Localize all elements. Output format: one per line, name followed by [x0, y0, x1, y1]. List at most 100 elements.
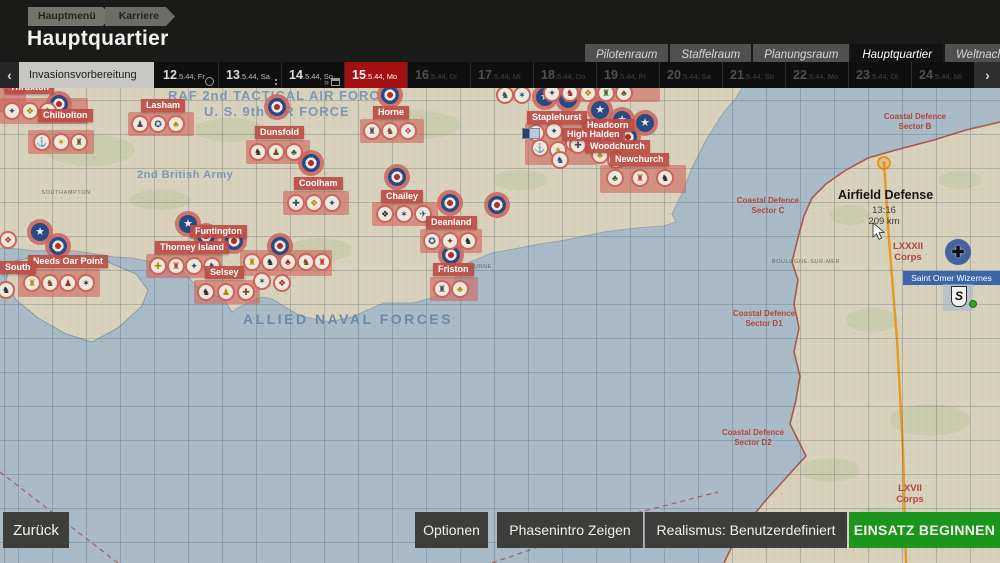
squadron-emblem-icon[interactable]: ✚: [287, 194, 305, 212]
squadron-emblem-icon[interactable]: ✪: [149, 115, 167, 133]
squadron-emblem-icon[interactable]: ♣: [279, 253, 297, 271]
site-label-thruxton[interactable]: Thruxton: [5, 88, 54, 94]
site-label-friston[interactable]: Friston: [433, 263, 474, 276]
timeline-date-19-5-44[interactable]: 19.5.44, Fr: [597, 62, 660, 88]
squadron-emblem-icon[interactable]: ♞: [249, 143, 267, 161]
realism-button[interactable]: Realismus: Benutzerdefiniert: [644, 512, 847, 548]
unit-shield-icon[interactable]: S: [951, 286, 967, 307]
poi-label: Saint Omer Wizernes: [903, 271, 1000, 285]
squadron-emblem-icon[interactable]: ♜: [243, 253, 261, 271]
site-label-chailey[interactable]: Chailey: [381, 190, 423, 203]
site-label-staplehurst[interactable]: Staplehurst: [527, 111, 587, 124]
squadron-emblem-icon[interactable]: ❖: [399, 122, 417, 140]
squadron-emblem-icon[interactable]: ♣: [167, 115, 185, 133]
timeline-date-16-5-44[interactable]: 16.5.44, Di: [408, 62, 471, 88]
squadron-emblem-icon[interactable]: ⚓: [531, 139, 549, 157]
squadron-emblem-icon[interactable]: ♜: [631, 169, 649, 187]
squadron-emblem-icon[interactable]: ♞: [261, 253, 279, 271]
airfield-marker-raf-icon[interactable]: [264, 94, 290, 120]
start-mission-button[interactable]: EINSATZ BEGINNEN: [849, 512, 1000, 548]
site-label-deanland[interactable]: Deanland: [426, 216, 477, 229]
squadron-emblem-icon[interactable]: ✚: [149, 257, 167, 275]
timeline-date-13-5-44[interactable]: 13.5.44, Sa: [219, 62, 282, 88]
site-label-coolham[interactable]: Coolham: [294, 177, 343, 190]
options-button[interactable]: Optionen: [415, 512, 488, 548]
squadron-emblem-icon[interactable]: ❖: [305, 194, 323, 212]
squadron-emblem-icon[interactable]: ♟: [59, 274, 77, 292]
more-dots-icon: [275, 79, 277, 81]
squadron-emblem-icon[interactable]: ⚓: [33, 133, 51, 151]
squadron-emblem-icon[interactable]: ♞: [551, 151, 569, 169]
timeline-date-20-5-44[interactable]: 20.5.44, Sa: [660, 62, 723, 88]
timeline-date-22-5-44[interactable]: 22.5.44, Mo: [786, 62, 849, 88]
squadron-emblem-icon[interactable]: ♟: [267, 143, 285, 161]
squadron-emblem-icon[interactable]: ♜: [433, 280, 451, 298]
site-label-woodchurch[interactable]: Woodchurch: [585, 140, 650, 153]
squadron-emblem-icon[interactable]: ♣: [606, 169, 624, 187]
squadron-emblem-icon[interactable]: ❖: [273, 274, 291, 292]
squadron-emblem-icon[interactable]: ♞: [656, 169, 674, 187]
site-label-dunsfold[interactable]: Dunsfold: [255, 126, 304, 139]
timeline-date-12-5-44[interactable]: 12.5.44, Fr: [156, 62, 219, 88]
squadron-emblem-icon[interactable]: ✚: [237, 283, 255, 301]
squadron-emblem-icon[interactable]: ✦: [441, 232, 459, 250]
site-label-needs-oar-point[interactable]: Needs Oar Point: [28, 255, 108, 268]
clock-icon: [205, 77, 214, 86]
squadron-emblem-icon[interactable]: ♞: [41, 274, 59, 292]
site-label-thorney-island[interactable]: Thorney Island: [155, 241, 229, 254]
squadron-emblem-icon[interactable]: ♣: [451, 280, 469, 298]
squadron-emblem-icon[interactable]: ♟: [131, 115, 149, 133]
site-label-horne[interactable]: Horne: [373, 106, 409, 119]
enemy-position-marker[interactable]: ✚: [945, 239, 971, 265]
timeline-next-button[interactable]: ›: [975, 62, 1000, 88]
airfield-marker-raf-icon[interactable]: [437, 190, 463, 216]
page-title: Hauptquartier: [27, 27, 169, 51]
timeline-date-24-5-44[interactable]: 24.5.44, Mi: [912, 62, 975, 88]
airfield-marker-raf-icon[interactable]: [484, 192, 510, 218]
phase-intro-button[interactable]: Phasenintro Zeigen: [497, 512, 643, 548]
timeline-date-17-5-44[interactable]: 17.5.44, Mi: [471, 62, 534, 88]
squadron-emblem-icon[interactable]: ✶: [253, 272, 271, 290]
campaign-map[interactable]: Airfield Defense 13:16 209 km ✚ Saint Om…: [0, 88, 1000, 563]
timeline-date-15-5-44[interactable]: 15.5.44, Mo: [345, 62, 408, 88]
site-label-funtington[interactable]: Funtington: [190, 225, 247, 238]
squadron-emblem-icon[interactable]: ✦: [3, 102, 21, 120]
squadron-emblem-icon[interactable]: ✦: [185, 257, 203, 275]
squadron-emblem-icon[interactable]: ✶: [395, 205, 413, 223]
squadron-emblem-icon[interactable]: ♜: [23, 274, 41, 292]
squadron-emblem-icon[interactable]: ✦: [323, 194, 341, 212]
fast-forward-icon: »: [324, 78, 329, 86]
squadron-emblem-icon[interactable]: ✶: [77, 274, 95, 292]
site-label-lasham[interactable]: Lasham: [141, 99, 185, 112]
naval-ensign-icon[interactable]: [522, 128, 540, 139]
squadron-emblem-icon[interactable]: ♜: [363, 122, 381, 140]
site-label-selsey[interactable]: Selsey: [205, 266, 244, 279]
squadron-emblem-icon[interactable]: ♜: [70, 133, 88, 151]
squadron-emblem-icon[interactable]: ✦: [545, 122, 563, 140]
breadcrumb-item-karriere[interactable]: Karriere: [105, 7, 175, 26]
squadron-emblem-icon[interactable]: ♞: [381, 122, 399, 140]
timeline-prev-button[interactable]: ‹: [0, 62, 19, 88]
breadcrumb-item-hauptmen[interactable]: Hauptmenü: [28, 7, 112, 26]
site-label-chilbolton[interactable]: Chilbolton: [38, 109, 93, 122]
timeline-bar: ‹ Invasionsvorbereitung 12.5.44, Fr13.5.…: [0, 62, 1000, 88]
site-label-south[interactable]: South: [0, 261, 36, 274]
timeline-phase-label[interactable]: Invasionsvorbereitung: [19, 62, 154, 88]
squadron-emblem-icon[interactable]: ❖: [21, 102, 39, 120]
site-label-newchurch[interactable]: Newchurch: [610, 153, 669, 166]
squadron-emblem-icon[interactable]: ♞: [459, 232, 477, 250]
squadron-emblem-icon[interactable]: ♞: [197, 283, 215, 301]
squadron-emblem-icon[interactable]: ♜: [167, 257, 185, 275]
airfield-marker-raf-icon[interactable]: [384, 164, 410, 190]
timeline-date-23-5-44[interactable]: 23.5.44, Di: [849, 62, 912, 88]
squadron-emblem-icon[interactable]: ♣: [285, 143, 303, 161]
squadron-emblem-icon[interactable]: ✪: [423, 232, 441, 250]
squadron-emblem-icon[interactable]: ❖: [376, 205, 394, 223]
timeline-date-21-5-44[interactable]: 21.5.44, So: [723, 62, 786, 88]
squadron-emblem-icon[interactable]: ♟: [217, 283, 235, 301]
squadron-emblem-icon[interactable]: ♜: [313, 253, 331, 271]
squadron-emblem-icon[interactable]: ✶: [52, 133, 70, 151]
back-button[interactable]: Zurück: [3, 512, 69, 548]
timeline-date-18-5-44[interactable]: 18.5.44, Do: [534, 62, 597, 88]
timeline-date-14-5-44[interactable]: 14.5.44, So»: [282, 62, 345, 88]
